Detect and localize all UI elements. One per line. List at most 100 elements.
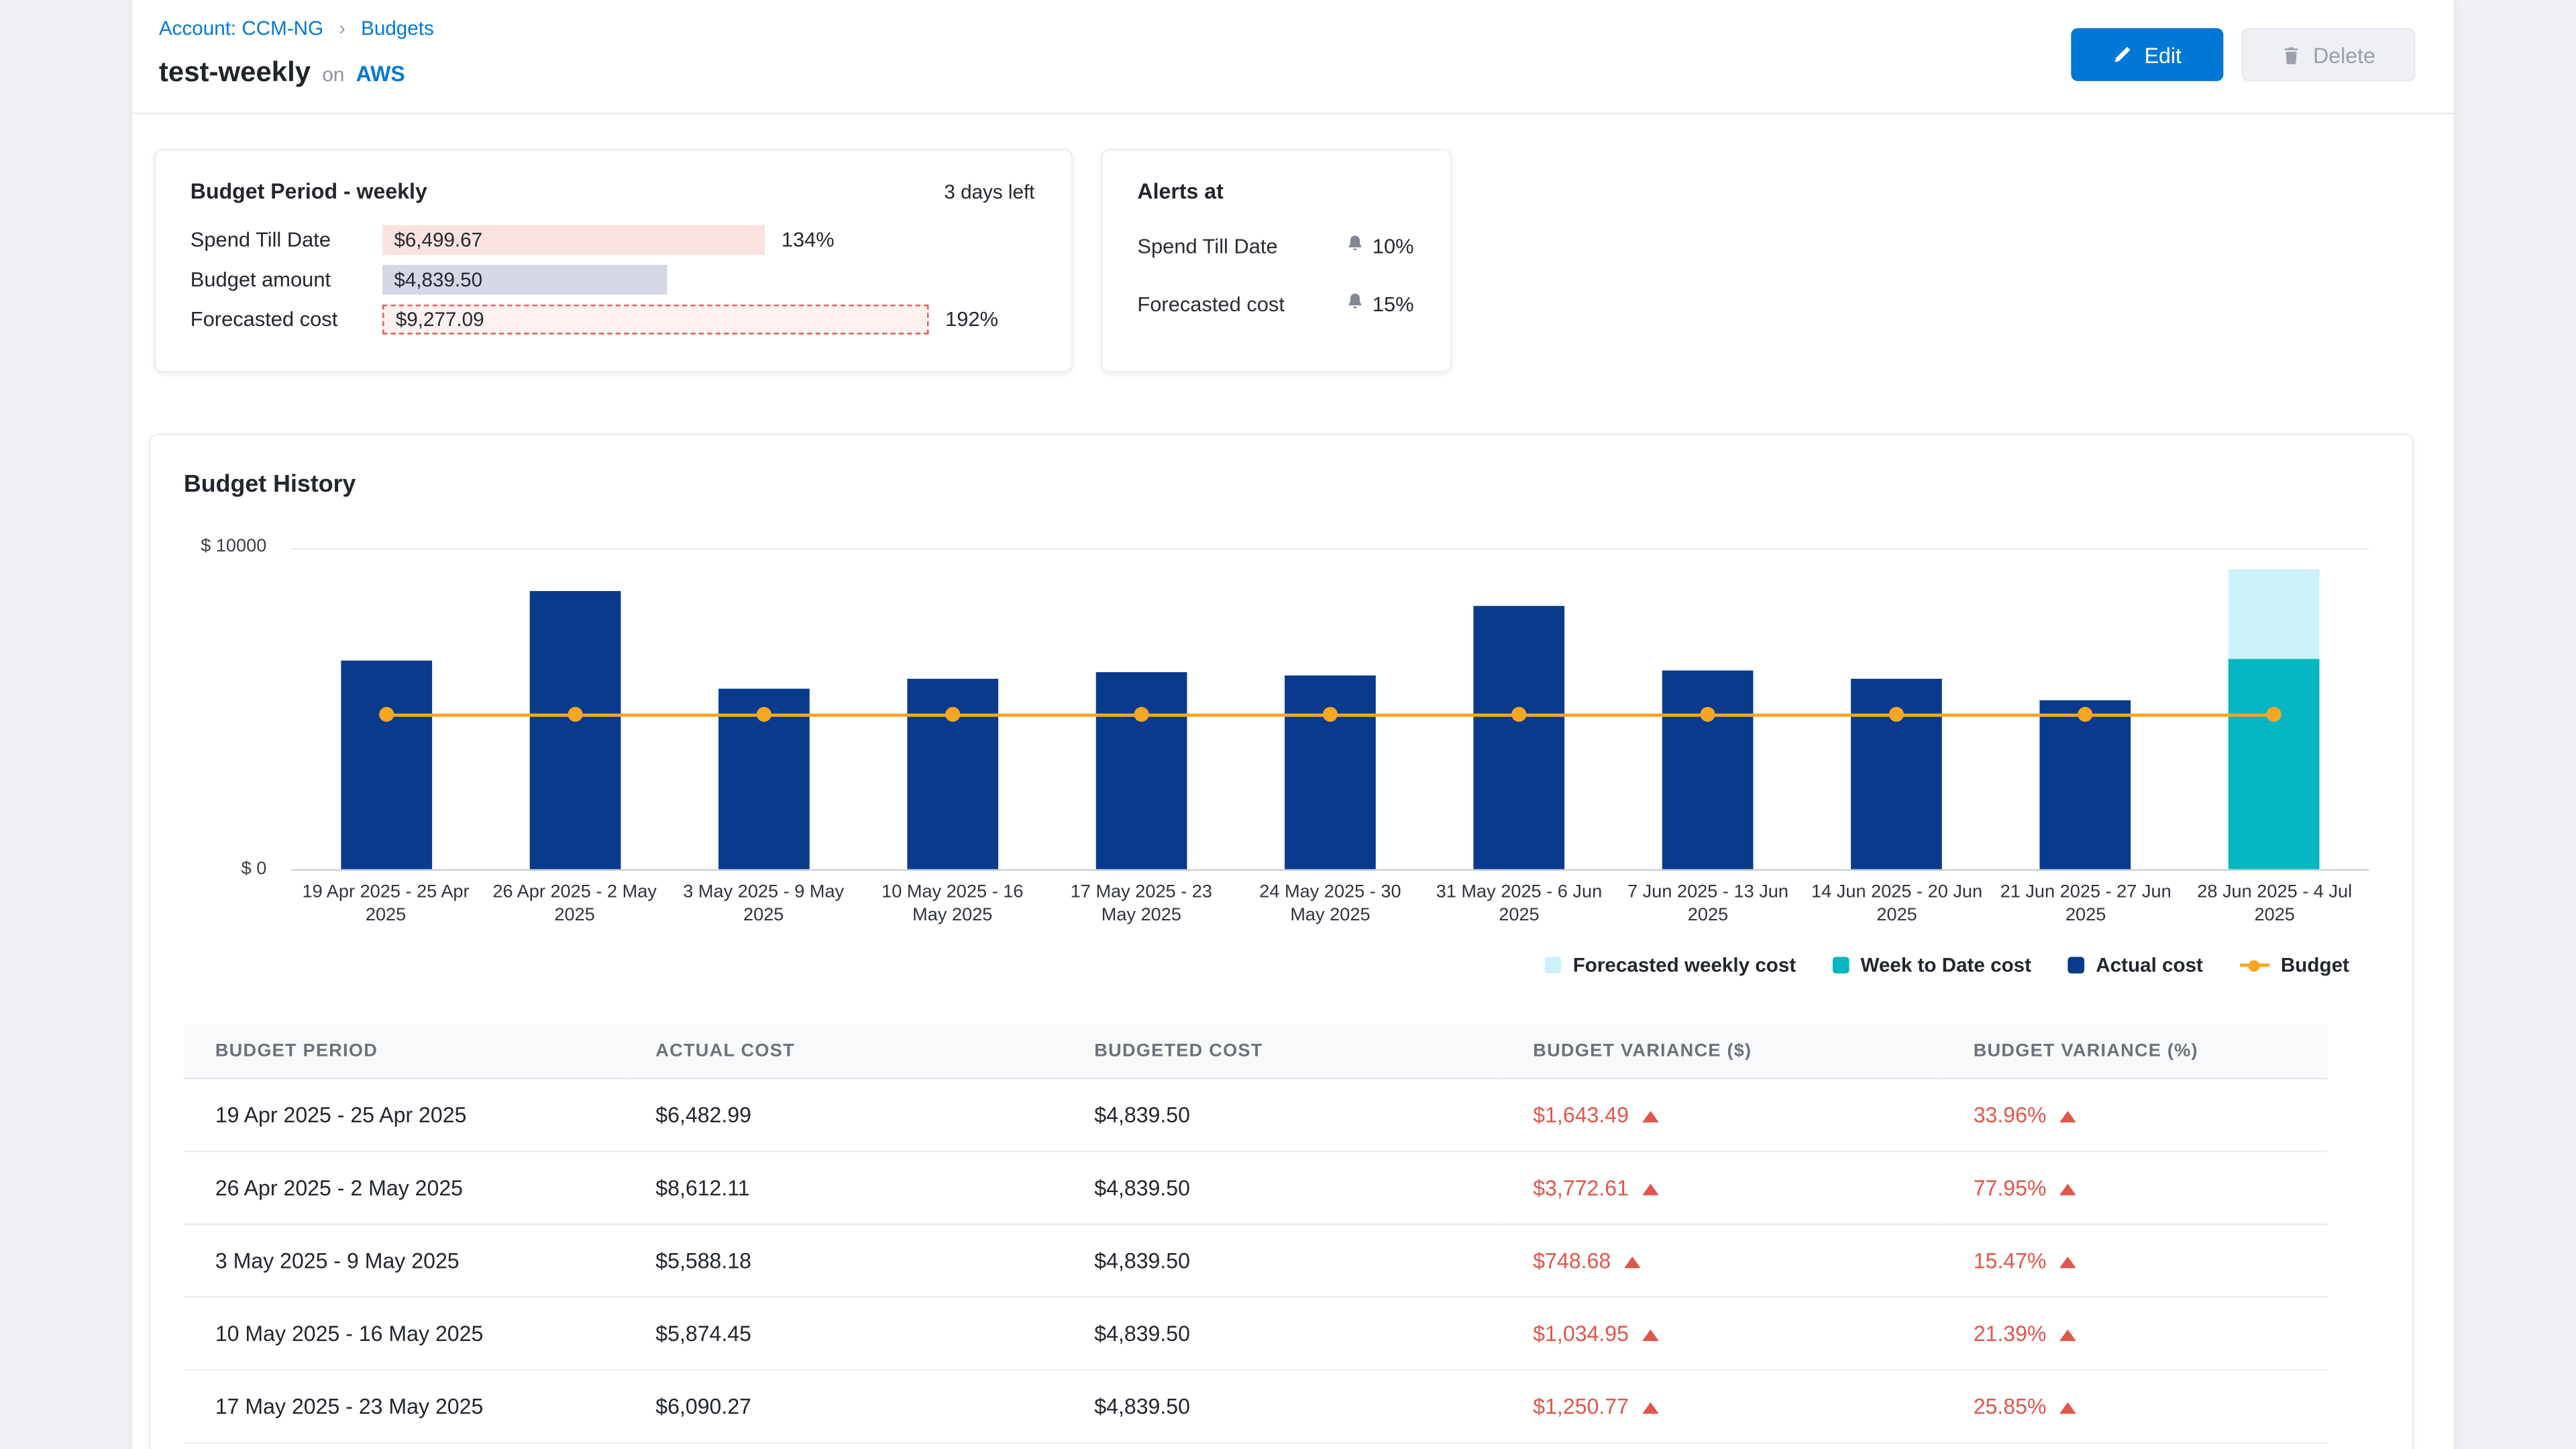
cell-variance-usd: $748.68 xyxy=(1501,1224,1941,1297)
actual-cost-bar xyxy=(340,660,431,869)
edit-button[interactable]: Edit xyxy=(2071,28,2223,81)
legend-item: Forecasted weekly cost xyxy=(1545,953,1796,977)
variance-up-icon xyxy=(1642,1402,1659,1413)
budget-period-row: Forecasted cost$9,277.09192% xyxy=(191,305,1035,334)
budget-period-card: Budget Period - weekly 3 days left Spend… xyxy=(154,149,1073,372)
x-axis-label: 26 Apr 2025 - 2 May 2025 xyxy=(488,881,661,928)
budget-history-card: Budget History $ 10000 $ 0 19 Apr 2025 -… xyxy=(149,434,2414,1449)
actual-cost-bar xyxy=(1662,671,1754,869)
cell-budgeted-cost: $4,839.50 xyxy=(1063,1224,1501,1297)
x-axis-label: 7 Jun 2025 - 13 Jun 2025 xyxy=(1622,881,1794,928)
cell-budget-period: 26 Apr 2025 - 2 May 2025 xyxy=(184,1151,624,1224)
legend-swatch-icon xyxy=(1545,957,1562,973)
y-axis-label-top: $ 10000 xyxy=(167,537,266,557)
variance-up-icon xyxy=(2059,1330,2076,1341)
column-header: BUDGET VARIANCE ($) xyxy=(1501,1025,1941,1079)
legend-item: Week to Date cost xyxy=(1833,953,2032,977)
breadcrumb-budgets-link[interactable]: Budgets xyxy=(361,17,434,40)
budget-row-percent: 134% xyxy=(782,229,835,252)
column-header: BUDGET VARIANCE (%) xyxy=(1942,1025,2328,1079)
budget-row-label: Budget amount xyxy=(191,268,382,292)
legend-label: Budget xyxy=(2281,953,2349,977)
y-axis-label-bottom: $ 0 xyxy=(167,859,266,879)
legend-swatch-icon xyxy=(2068,957,2084,973)
alert-row: Spend Till Date10% xyxy=(1137,230,1413,263)
budget-period-title: Budget Period - weekly xyxy=(191,179,427,204)
cell-budget-period: 19 Apr 2025 - 25 Apr 2025 xyxy=(184,1079,624,1152)
variance-up-icon xyxy=(2059,1402,2076,1413)
legend-label: Actual cost xyxy=(2096,953,2203,977)
forecasted-cost-bar xyxy=(2229,570,2320,659)
table-row: 17 May 2025 - 23 May 2025$6,090.27$4,839… xyxy=(184,1370,2328,1443)
cell-budgeted-cost: $4,839.50 xyxy=(1063,1151,1501,1224)
legend-label: Forecasted weekly cost xyxy=(1573,953,1796,977)
cell-budgeted-cost: $4,839.50 xyxy=(1063,1370,1501,1443)
column-header: ACTUAL COST xyxy=(624,1025,1063,1079)
alerts-card: Alerts at Spend Till Date10%Forecasted c… xyxy=(1101,149,1452,372)
variance-up-icon xyxy=(1642,1184,1659,1195)
legend-label: Week to Date cost xyxy=(1860,953,2031,977)
cell-variance-pct: 33.96% xyxy=(1942,1079,2328,1152)
cell-variance-usd: $1,250.77 xyxy=(1501,1370,1941,1443)
chart-plot xyxy=(291,548,2369,871)
days-left-label: 3 days left xyxy=(944,180,1034,204)
budget-line-swatch-icon xyxy=(2239,963,2269,967)
delete-button[interactable]: Delete xyxy=(2241,28,2415,81)
breadcrumb-account-link[interactable]: Account: CCM-NG xyxy=(159,17,323,40)
table-row: 3 May 2025 - 9 May 2025$5,588.18$4,839.5… xyxy=(184,1224,2328,1297)
cell-actual-cost: $6,482.99 xyxy=(624,1079,1063,1152)
page-title: test-weekly xyxy=(159,56,311,89)
chart-x-labels: 19 Apr 2025 - 25 Apr 202526 Apr 2025 - 2… xyxy=(291,881,2369,941)
column-header: BUDGETED COST xyxy=(1063,1025,1501,1079)
legend-item: Actual cost xyxy=(2068,953,2203,977)
table-row: 19 Apr 2025 - 25 Apr 2025$6,482.99$4,839… xyxy=(184,1079,2328,1152)
cell-variance-pct: 15.47% xyxy=(1942,1224,2328,1297)
week-to-date-cost-bar xyxy=(2229,659,2320,869)
actual-cost-bar xyxy=(529,591,621,869)
variance-up-icon xyxy=(1642,1330,1659,1341)
actual-cost-bar xyxy=(1285,676,1376,869)
alert-row: Forecasted cost 15% xyxy=(1137,288,1413,321)
page: Account: CCM-NG › Budgets test-weekly on… xyxy=(0,0,2576,1449)
alert-threshold: 10% xyxy=(1373,235,1414,258)
x-axis-label: 21 Jun 2025 - 27 Jun 2025 xyxy=(2000,881,2172,928)
table-header-row: BUDGET PERIODACTUAL COSTBUDGETED COSTBUD… xyxy=(184,1025,2328,1079)
budget-line-dot xyxy=(756,707,771,722)
budget-period-row: Spend Till Date$6,499.67134% xyxy=(191,225,1035,255)
delete-button-label: Delete xyxy=(2313,42,2375,67)
table-row: 10 May 2025 - 16 May 2025$5,874.45$4,839… xyxy=(184,1297,2328,1371)
x-axis-label: 10 May 2025 - 16 May 2025 xyxy=(866,881,1038,928)
main-panel: Account: CCM-NG › Budgets test-weekly on… xyxy=(132,0,2453,1449)
x-axis-label: 17 May 2025 - 23 May 2025 xyxy=(1055,881,1228,928)
budget-table-body: 19 Apr 2025 - 25 Apr 2025$6,482.99$4,839… xyxy=(184,1079,2328,1443)
budget-period-card-header: Budget Period - weekly 3 days left xyxy=(191,179,1035,204)
edit-button-label: Edit xyxy=(2145,42,2182,67)
trash-icon xyxy=(2282,44,2302,65)
x-axis-label: 14 Jun 2025 - 20 Jun 2025 xyxy=(1811,881,1983,928)
budget-row-bar: $4,839.50 xyxy=(382,265,667,294)
legend-swatch-icon xyxy=(1833,957,1849,973)
actual-cost-bar xyxy=(2040,700,2131,869)
bell-icon xyxy=(1346,290,1364,319)
budget-line-dot xyxy=(1134,707,1148,722)
cell-budgeted-cost: $4,839.50 xyxy=(1063,1297,1501,1371)
cell-actual-cost: $5,588.18 xyxy=(624,1224,1063,1297)
viewport: Account: CCM-NG › Budgets test-weekly on… xyxy=(0,0,2576,1449)
chart-legend: Forecasted weekly cost Week to Date cost A… xyxy=(1545,952,2349,978)
alert-threshold: 15% xyxy=(1373,293,1414,317)
x-axis-label: 24 May 2025 - 30 May 2025 xyxy=(1244,881,1417,928)
x-axis-label: 28 Jun 2025 - 4 Jul 2025 xyxy=(2188,881,2361,928)
budget-rows: Spend Till Date$6,499.67134%Budget amoun… xyxy=(191,225,1035,335)
budget-line-dot xyxy=(945,707,960,722)
legend-item: Budget xyxy=(2239,953,2349,977)
budget-period-row: Budget amount$4,839.50 xyxy=(191,265,1035,294)
alert-row-label: Forecasted cost xyxy=(1137,293,1284,317)
cell-budget-period: 3 May 2025 - 9 May 2025 xyxy=(184,1224,624,1297)
pencil-icon xyxy=(2113,45,2133,65)
budget-row-percent: 192% xyxy=(945,308,998,331)
bell-icon xyxy=(1346,232,1364,262)
budget-history-table: BUDGET PERIODACTUAL COSTBUDGETED COSTBUD… xyxy=(184,1025,2328,1444)
page-header: Account: CCM-NG › Budgets test-weekly on… xyxy=(132,0,2453,114)
budget-row-bar: $6,499.67 xyxy=(382,225,765,255)
actual-cost-bar xyxy=(1474,606,1565,869)
